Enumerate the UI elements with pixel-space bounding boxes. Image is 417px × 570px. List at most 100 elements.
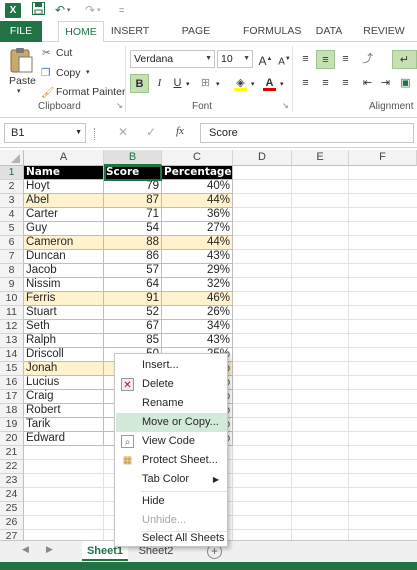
row-header[interactable]: 19 <box>0 418 24 432</box>
row-header[interactable]: 7 <box>0 250 24 264</box>
align-left-icon[interactable]: ≡ <box>296 74 315 93</box>
cell-name[interactable]: Stuart <box>24 306 104 320</box>
row-header[interactable]: 21 <box>0 446 24 460</box>
tab-file[interactable]: FILE <box>0 21 42 42</box>
format-painter-button[interactable]: Format Painter <box>56 86 125 98</box>
increase-indent-icon[interactable]: ⇥ <box>376 74 395 93</box>
fill-color-dropdown-icon[interactable]: ▾ <box>251 80 255 88</box>
cell-score[interactable]: 91 <box>104 292 162 306</box>
copy-button[interactable]: Copy <box>56 67 81 79</box>
tab-formulas[interactable]: FORMULAS <box>243 21 301 42</box>
cell-percentage[interactable]: 34% <box>162 320 233 334</box>
grow-font-icon[interactable]: A▲ <box>256 50 275 69</box>
menu-item-select-all-sheets[interactable]: Select All Sheets <box>116 529 227 548</box>
undo-icon[interactable]: ↶ <box>55 2 65 19</box>
cell-percentage[interactable]: 44% <box>162 236 233 250</box>
menu-item-view-code[interactable]: ⌕ View Code <box>116 432 227 451</box>
cell-score[interactable]: 79 <box>104 180 162 194</box>
cell-score[interactable]: 54 <box>104 222 162 236</box>
align-right-icon[interactable]: ≡ <box>336 74 355 93</box>
column-header-a[interactable]: A <box>24 150 104 166</box>
cell-name[interactable]: Lucius <box>24 376 104 390</box>
row-header[interactable]: 1 <box>0 166 24 180</box>
menu-item-hide[interactable]: Hide <box>116 492 227 511</box>
cell-name[interactable]: Robert <box>24 404 104 418</box>
align-bottom-icon[interactable]: ≡ <box>336 50 355 69</box>
cell-score[interactable]: 86 <box>104 250 162 264</box>
customize-qat-icon[interactable]: = <box>119 2 124 19</box>
align-middle-icon[interactable]: ≡ <box>316 50 335 69</box>
align-top-icon[interactable]: ≡ <box>296 50 315 69</box>
merge-center-icon[interactable]: ▣ <box>396 74 415 93</box>
cell-name[interactable]: Driscoll <box>24 348 104 362</box>
row-header[interactable]: 11 <box>0 306 24 320</box>
next-sheet-icon[interactable]: ▶ <box>46 544 53 555</box>
cell-name[interactable]: Edward <box>24 432 104 446</box>
cell-name[interactable]: Guy <box>24 222 104 236</box>
row-header[interactable]: 9 <box>0 278 24 292</box>
borders-dropdown-icon[interactable]: ▾ <box>216 80 220 88</box>
cell-name[interactable]: Hoyt <box>24 180 104 194</box>
copy-dropdown-icon[interactable]: ▾ <box>86 68 90 76</box>
redo-icon[interactable]: ↷ <box>85 2 95 19</box>
decrease-indent-icon[interactable]: ⇤ <box>358 74 377 93</box>
cell-score[interactable]: 52 <box>104 306 162 320</box>
cell-name[interactable]: Seth <box>24 320 104 334</box>
cell-score[interactable]: 67 <box>104 320 162 334</box>
copy-icon[interactable]: ❐ <box>41 67 50 79</box>
cell-name[interactable]: Jonah <box>24 362 104 376</box>
row-header[interactable]: 8 <box>0 264 24 278</box>
row-header[interactable]: 13 <box>0 334 24 348</box>
cell-score[interactable]: 88 <box>104 236 162 250</box>
cell-percentage[interactable]: 26% <box>162 306 233 320</box>
font-color-dropdown-icon[interactable]: ▾ <box>280 80 284 88</box>
undo-dropdown-icon[interactable]: ▾ <box>67 2 71 19</box>
row-header[interactable]: 16 <box>0 376 24 390</box>
cell-name[interactable]: Abel <box>24 194 104 208</box>
select-all-corner[interactable] <box>0 150 24 166</box>
row-header[interactable]: 18 <box>0 404 24 418</box>
column-header-d[interactable]: D <box>233 150 292 166</box>
menu-item-rename[interactable]: Rename <box>116 394 227 413</box>
column-header-b[interactable]: B <box>104 150 162 166</box>
tab-review[interactable]: REVIEW <box>360 21 408 42</box>
redo-dropdown-icon[interactable]: ▾ <box>97 2 101 19</box>
cell-percentage[interactable]: 46% <box>162 292 233 306</box>
row-header[interactable]: 12 <box>0 320 24 334</box>
cell-percentage[interactable]: 36% <box>162 208 233 222</box>
paste-icon[interactable] <box>8 46 34 74</box>
cell-score[interactable]: 87 <box>104 194 162 208</box>
row-header[interactable]: 26 <box>0 516 24 530</box>
tab-data[interactable]: DATA <box>311 21 347 42</box>
header-cell-name[interactable]: Name <box>24 166 104 180</box>
paste-dropdown-icon[interactable]: ▾ <box>17 87 21 95</box>
header-cell-percentage[interactable]: Percentage <box>162 166 233 180</box>
cell-percentage[interactable]: 40% <box>162 180 233 194</box>
row-header[interactable]: 2 <box>0 180 24 194</box>
orientation-icon[interactable]: ⤴ <box>358 50 377 69</box>
row-header[interactable]: 17 <box>0 390 24 404</box>
cut-icon[interactable]: ✂ <box>42 47 51 59</box>
fill-color-icon[interactable]: ◈ <box>231 74 250 93</box>
font-name-select[interactable]: Verdana ▼ <box>130 50 215 68</box>
align-center-icon[interactable]: ≡ <box>316 74 335 93</box>
cell-score[interactable]: 57 <box>104 264 162 278</box>
wrap-text-icon[interactable]: ↵ <box>392 50 417 69</box>
italic-button[interactable]: I <box>150 74 169 93</box>
cell-name[interactable]: Jacob <box>24 264 104 278</box>
cell-name[interactable]: Carter <box>24 208 104 222</box>
insert-function-icon[interactable]: fx <box>176 125 184 137</box>
cell-percentage[interactable]: 27% <box>162 222 233 236</box>
cell-percentage[interactable]: 29% <box>162 264 233 278</box>
font-launcher-icon[interactable]: ↘ <box>282 101 289 110</box>
borders-icon[interactable]: ⊞ <box>196 74 215 93</box>
row-header[interactable]: 4 <box>0 208 24 222</box>
menu-item-move-copy[interactable]: Move or Copy... <box>116 413 227 432</box>
name-box[interactable]: B1 ▼ <box>4 123 86 143</box>
row-header[interactable]: 14 <box>0 348 24 362</box>
save-icon[interactable] <box>32 2 45 19</box>
underline-dropdown-icon[interactable]: ▾ <box>186 80 190 88</box>
row-header[interactable]: 3 <box>0 194 24 208</box>
row-header[interactable]: 20 <box>0 432 24 446</box>
clipboard-launcher-icon[interactable]: ↘ <box>116 101 123 110</box>
